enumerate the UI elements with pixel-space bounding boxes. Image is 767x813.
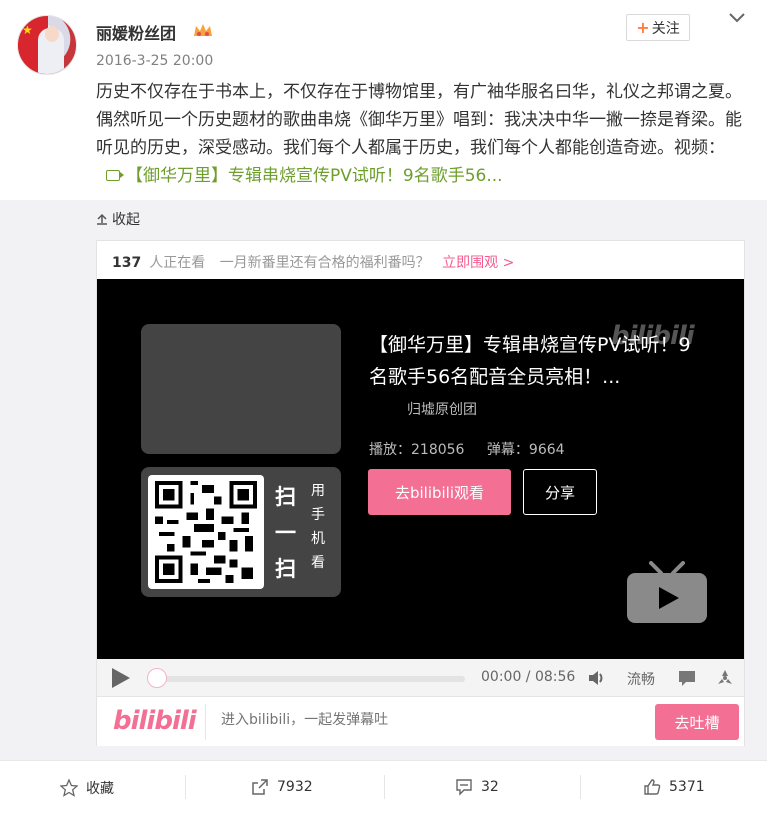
footer-divider: [185, 775, 186, 799]
avatar[interactable]: ★: [17, 15, 77, 75]
follow-button[interactable]: + 关注: [626, 14, 690, 41]
favorite-button[interactable]: 收藏: [60, 778, 114, 798]
vip-crown-icon[interactable]: [192, 22, 214, 40]
uploader-name[interactable]: 归墟原创团: [407, 399, 477, 419]
qr-code-pattern: [155, 481, 257, 583]
username[interactable]: 丽媛粉丝团: [96, 20, 176, 44]
player-controls: 00:00 / 08:56 流畅: [97, 659, 744, 697]
progress-knob[interactable]: [147, 668, 167, 688]
like-button[interactable]: 5371: [643, 778, 705, 796]
mobile-char: 用: [311, 483, 325, 499]
video-link[interactable]: 【御华万里】专辑串烧宣传PV试听！9名歌手56...: [126, 166, 503, 186]
qr-code: [148, 475, 264, 589]
mobile-char: 看: [311, 555, 325, 571]
share-arrow-icon: [252, 779, 268, 795]
chevron-down-icon[interactable]: [727, 10, 747, 26]
viewer-text: 人正在看: [149, 255, 206, 271]
bilibili-tv-icon[interactable]: [625, 561, 709, 627]
settings-radiation-icon[interactable]: [715, 668, 735, 688]
watch-on-bilibili-button[interactable]: 去bilibili观看: [368, 469, 511, 515]
collapse-label: 收起: [112, 212, 140, 228]
bilibili-video-card: 137 人正在看 一月新番里还有合格的福利番吗？ 立即围观 > 扫 一 扫 用 …: [96, 240, 745, 746]
qr-panel: 扫 一 扫 用 手 机 看: [141, 467, 341, 597]
footer-divider: [384, 775, 385, 799]
quality-selector[interactable]: 流畅: [627, 669, 655, 689]
mobile-watch-text: 用 手 机 看: [311, 479, 329, 575]
bilibili-logo[interactable]: bilibili: [113, 706, 197, 736]
star-icon: ★: [22, 23, 33, 37]
collapse-arrow-icon: [97, 213, 107, 225]
action-footer: 收藏 7932 32 5371: [0, 760, 767, 813]
comment-button[interactable]: 32: [455, 778, 499, 796]
comment-count: 32: [481, 779, 499, 795]
scan-text: 扫 一 扫: [275, 479, 299, 587]
timecode: 00:00 / 08:56: [481, 669, 576, 685]
mobile-char: 机: [311, 531, 325, 547]
star-outline-icon: [60, 779, 78, 797]
divider: [205, 704, 206, 740]
progress-bar[interactable]: [153, 676, 465, 682]
repost-count: 7932: [277, 779, 313, 795]
watch-now-link[interactable]: 立即围观 >: [442, 255, 514, 271]
video-area[interactable]: 扫 一 扫 用 手 机 看 bilibili 【御华万里】专辑串烧宣传PV试听！…: [97, 279, 744, 659]
mobile-char: 手: [311, 507, 325, 523]
thumbs-up-icon: [644, 779, 661, 795]
footer-divider: [580, 775, 581, 799]
danmaku-count: 弹幕：9664: [486, 442, 565, 458]
video-icon: [106, 169, 124, 181]
danmaku-input[interactable]: [221, 712, 621, 728]
share-button[interactable]: 分享: [523, 469, 597, 515]
video-title[interactable]: 【御华万里】专辑串烧宣传PV试听！9名歌手56名配音全员亮相！...: [369, 329, 704, 393]
promo-text[interactable]: 一月新番里还有合格的福利番吗？: [220, 255, 430, 271]
danmaku-bar: bilibili 去吐槽: [97, 698, 744, 746]
post-text: 历史不仅存在于书本上，不仅存在于博物馆里，有广袖华服名曰华，礼仪之邦谓之夏。偶然…: [96, 78, 754, 190]
viewer-bar: 137 人正在看 一月新番里还有合格的福利番吗？ 立即围观 >: [112, 252, 514, 272]
post-time[interactable]: 2016-3-25 20:00: [96, 53, 213, 69]
avatar-face: [45, 26, 59, 42]
scan-char: 一: [275, 521, 296, 545]
scan-char: 扫: [275, 485, 296, 509]
favorite-label: 收藏: [86, 781, 114, 797]
send-danmaku-button[interactable]: 去吐槽: [655, 704, 739, 740]
viewer-count: 137: [112, 255, 142, 271]
follow-label: 关注: [651, 20, 680, 37]
post-body: 历史不仅存在于书本上，不仅存在于博物馆里，有广袖华服名曰华，礼仪之邦谓之夏。偶然…: [96, 82, 742, 158]
play-count: 播放：218056: [369, 442, 465, 458]
play-icon[interactable]: [109, 667, 133, 689]
video-stats: 播放：218056 弹幕：9664: [369, 439, 583, 459]
scan-char: 扫: [275, 557, 296, 581]
comment-icon: [456, 779, 472, 796]
volume-icon[interactable]: [587, 668, 607, 688]
plus-icon: +: [636, 18, 650, 37]
collapse-button[interactable]: 收起: [96, 209, 140, 229]
repost-button[interactable]: 7932: [251, 778, 313, 796]
video-thumbnail[interactable]: [141, 324, 341, 454]
danmaku-toggle-icon[interactable]: [677, 668, 697, 688]
like-count: 5371: [669, 779, 705, 795]
